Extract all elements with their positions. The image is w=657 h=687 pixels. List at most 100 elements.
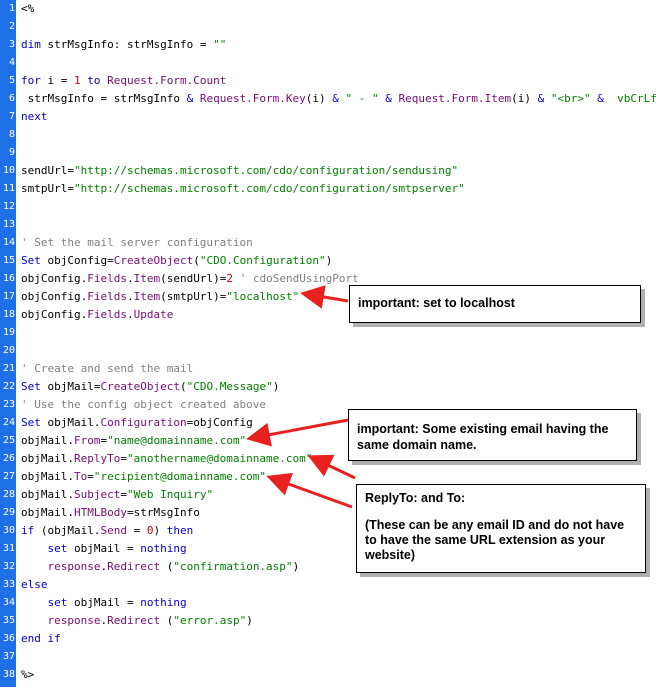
line-number: 8: [8, 129, 15, 140]
code-token: set: [47, 596, 74, 609]
code-token: "CDO.Message": [186, 380, 273, 393]
code-line[interactable]: %>: [21, 666, 34, 684]
code-token: response: [47, 560, 101, 573]
code-token: objMail.: [47, 416, 101, 429]
code-token: objMail.: [21, 470, 74, 483]
code-token: &: [186, 92, 200, 105]
code-line[interactable]: smtpUrl="http://schemas.microsoft.com/cd…: [21, 180, 465, 198]
code-token: objConfig.: [21, 308, 88, 321]
code-line[interactable]: <%: [21, 0, 34, 18]
code-token: Request.Form.Count: [107, 74, 227, 87]
code-token: =objConfig: [186, 416, 253, 429]
code-line[interactable]: objMail.HTMLBody=strMsgInfo: [21, 504, 200, 522]
code-token: (: [179, 380, 187, 393]
code-line[interactable]: ' Create and send the mail: [21, 360, 193, 378]
line-number: 20: [2, 345, 15, 356]
code-token: ): [325, 254, 333, 267]
line-number: 25: [2, 435, 15, 446]
code-token: "error.asp": [173, 614, 247, 627]
code-line[interactable]: objConfig.Fields.Item(sendUrl)=2 ' cdoSe…: [21, 270, 359, 288]
line-number: 30: [2, 525, 15, 536]
code-token: To: [73, 470, 88, 483]
code-token: (smtpUrl)=: [160, 290, 227, 303]
code-token: response: [47, 614, 101, 627]
code-token: "http://schemas.microsoft.com/cdo/config…: [73, 182, 465, 195]
line-number: 14: [2, 237, 15, 248]
code-token: ' Create and send the mail: [21, 362, 194, 375]
code-line[interactable]: objMail.Subject="Web Inquiry": [21, 486, 213, 504]
code-token: "<br>": [550, 92, 591, 105]
code-token: next: [21, 110, 48, 123]
code-line[interactable]: objMail.To="recipient@domainname.com": [21, 468, 266, 486]
code-token: Request.Form.Item: [398, 92, 512, 105]
code-line[interactable]: ' Set the mail server configuration: [21, 234, 253, 252]
code-token: 1: [74, 74, 81, 87]
code-line[interactable]: response.Redirect ("confirmation.asp"): [21, 558, 300, 576]
code-token: Update: [133, 308, 174, 321]
code-token: =: [120, 452, 127, 465]
code-token: ' Use the config object created above: [21, 398, 267, 411]
code-token: From: [73, 434, 101, 447]
code-line[interactable]: objConfig.Fields.Item(smtpUrl)="localhos…: [21, 288, 299, 306]
code-token: vbCrLf: [617, 92, 657, 105]
code-token: %>: [21, 668, 35, 681]
code-line[interactable]: end if: [21, 630, 61, 648]
code-line[interactable]: next: [21, 108, 48, 126]
line-number: 37: [2, 651, 15, 662]
code-token: =: [87, 470, 94, 483]
code-line[interactable]: Set objMail=CreateObject("CDO.Message"): [21, 378, 279, 396]
code-token: objMail.: [21, 488, 74, 501]
code-token: Set: [21, 254, 48, 267]
code-token: ReplyTo: [73, 452, 121, 465]
line-number: 31: [2, 543, 15, 554]
code-token: else: [21, 578, 48, 591]
code-token: sendUrl=: [21, 164, 74, 177]
code-token: "http://schemas.microsoft.com/cdo/config…: [73, 164, 459, 177]
code-line[interactable]: strMsgInfo = strMsgInfo & Request.Form.K…: [21, 90, 657, 108]
code-token: &: [332, 92, 346, 105]
code-line[interactable]: else: [21, 576, 48, 594]
code-token: ): [246, 614, 253, 627]
code-line[interactable]: objMail.From="name@domainname.com": [21, 432, 246, 450]
line-number: 28: [2, 489, 15, 500]
line-number: 7: [8, 111, 15, 122]
code-token: to: [80, 74, 108, 87]
code-line[interactable]: set objMail = nothing: [21, 594, 187, 612]
line-number: 4: [8, 57, 15, 68]
code-editor[interactable]: 1 <% 2 3 dim strMsgInfo: strMsgInfo = "" 4 5 fo…: [0, 0, 657, 687]
code-line[interactable]: ' Use the config object created above: [21, 396, 266, 414]
code-token: objMail.: [21, 434, 74, 447]
callout-localhost: important: set to localhost: [349, 285, 641, 323]
line-number: 22: [2, 381, 15, 392]
code-line[interactable]: Set objMail.Configuration=objConfig: [21, 414, 253, 432]
code-line[interactable]: sendUrl="http://schemas.microsoft.com/cd…: [21, 162, 458, 180]
code-line[interactable]: Set objConfig=CreateObject("CDO.Configur…: [21, 252, 332, 270]
code-token: objMail.: [21, 452, 74, 465]
code-token: HTMLBody: [73, 506, 127, 519]
line-number: 2: [8, 21, 15, 32]
code-token: dim: [21, 38, 48, 51]
callout-from-text: important: Some existing email having th…: [357, 422, 609, 452]
line-number: 27: [2, 471, 15, 482]
code-token: set: [47, 542, 74, 555]
line-number: 36: [2, 633, 15, 644]
code-token: ): [292, 560, 300, 573]
code-line[interactable]: dim strMsgInfo: strMsgInfo = "": [21, 36, 226, 54]
code-token: Redirect: [107, 614, 161, 627]
code-line[interactable]: for i = 1 to Request.Form.Count: [21, 72, 226, 90]
code-token: <%: [21, 2, 35, 15]
line-number: 9: [8, 147, 15, 158]
code-line[interactable]: if (objMail.Send = 0) then: [21, 522, 193, 540]
code-token: Subject: [73, 488, 121, 501]
code-line[interactable]: set objMail = nothing: [21, 540, 187, 558]
code-token: strMsgInfo = strMsgInfo: [21, 92, 187, 105]
code-token: "localhost": [226, 290, 300, 303]
code-line[interactable]: response.Redirect ("error.asp"): [21, 612, 253, 630]
line-number: 15: [2, 255, 15, 266]
line-number: 13: [2, 219, 15, 230]
code-token: smtpUrl=: [21, 182, 74, 195]
code-line[interactable]: objMail.ReplyTo="anothername@domainname.…: [21, 450, 312, 468]
line-number: 1: [8, 3, 15, 14]
code-line[interactable]: objConfig.Fields.Update: [21, 306, 173, 324]
